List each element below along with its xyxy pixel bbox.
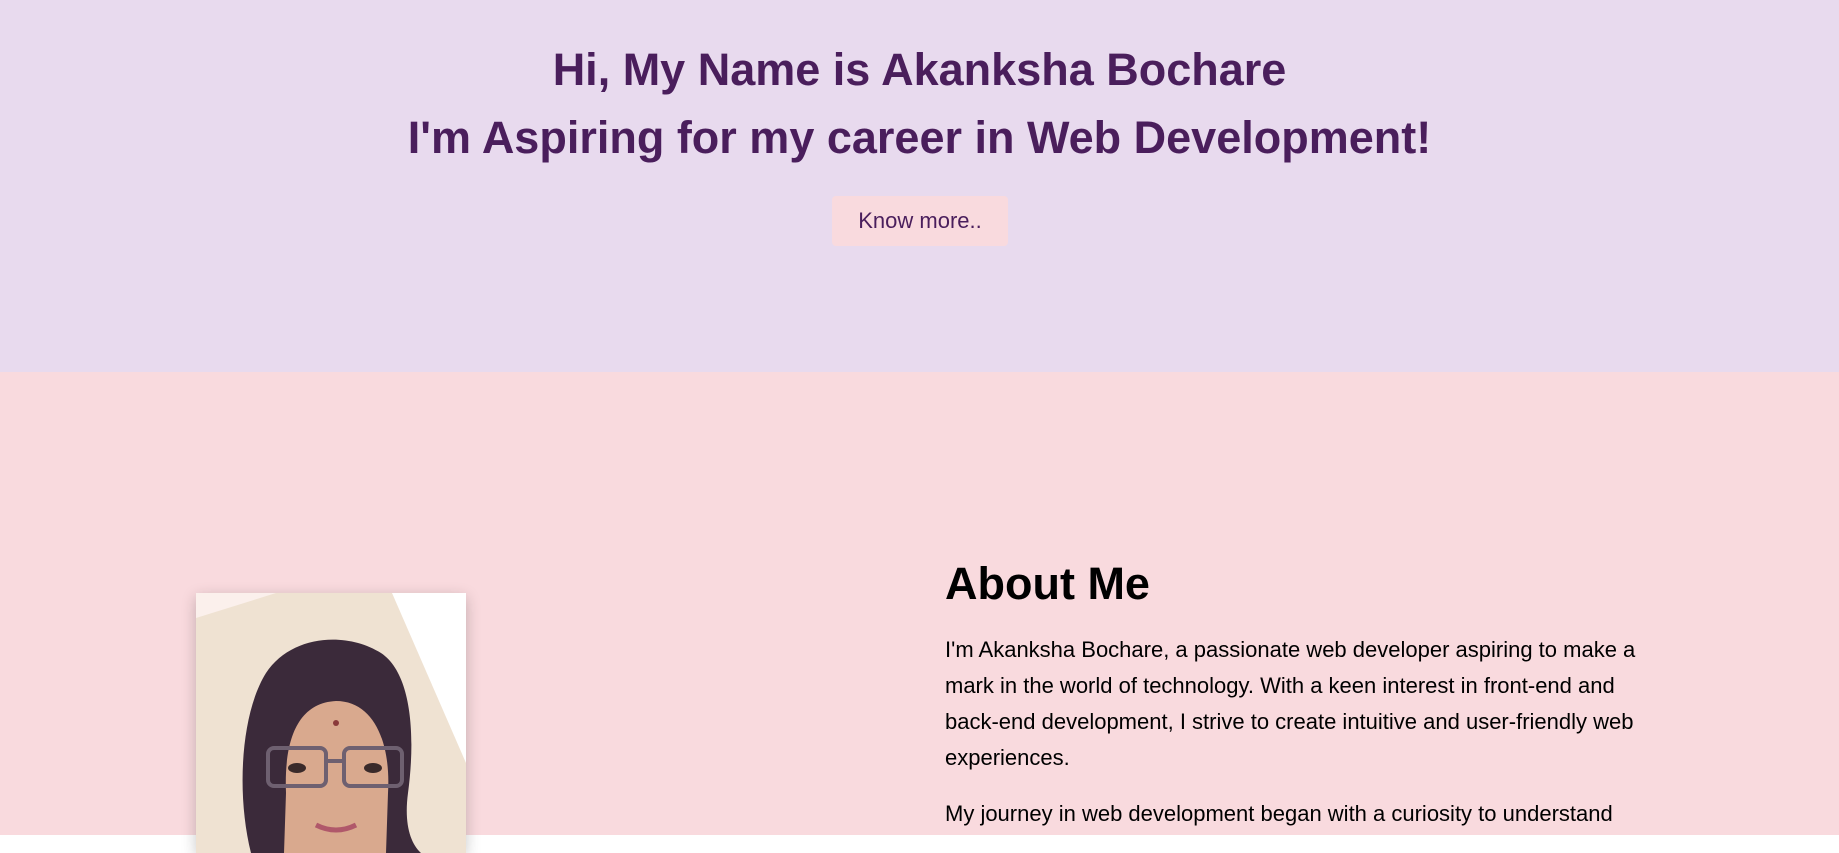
profile-photo-image [196, 593, 466, 853]
about-heading: About Me [945, 558, 1150, 609]
hero-title-block: Hi, My Name is Akanksha Bochare I'm Aspi… [0, 36, 1839, 172]
hero-tagline: I'm Aspiring for my career in Web Develo… [407, 112, 1432, 163]
profile-photo [196, 593, 466, 853]
about-text-block: About Me I'm Akanksha Bochare, a passion… [945, 558, 1645, 852]
about-paragraph-1: I'm Akanksha Bochare, a passionate web d… [945, 637, 1636, 770]
know-more-button[interactable]: Know more.. [832, 196, 1008, 246]
about-section: About Me I'm Akanksha Bochare, a passion… [0, 372, 1839, 853]
about-paragraph-2: My journey in web development began with… [945, 801, 1613, 826]
hero-section: Hi, My Name is Akanksha Bochare I'm Aspi… [0, 0, 1839, 372]
hero-greeting: Hi, My Name is Akanksha Bochare [552, 44, 1287, 95]
